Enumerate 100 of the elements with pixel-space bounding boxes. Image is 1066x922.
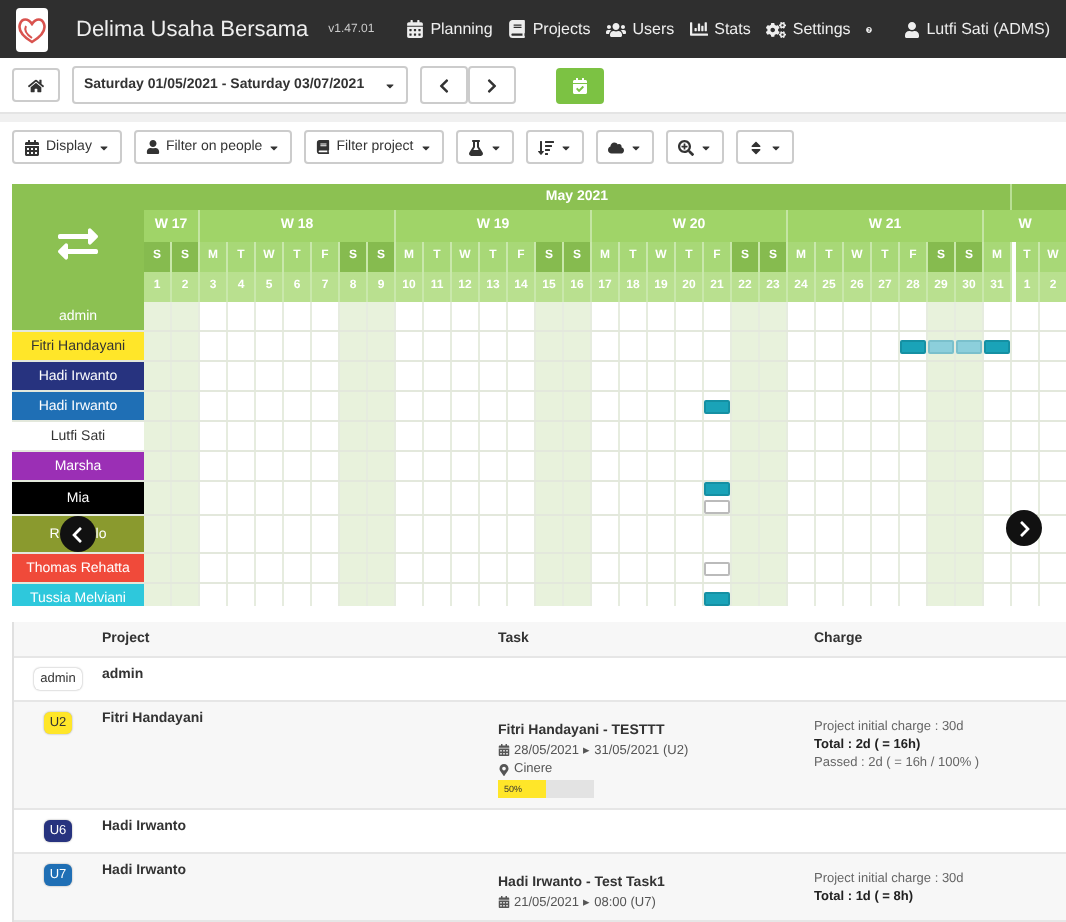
weekend-cell[interactable] bbox=[368, 584, 396, 606]
weekend-cell[interactable] bbox=[732, 422, 760, 451]
task-bar[interactable] bbox=[928, 339, 954, 354]
menu-link[interactable]: Settings bbox=[766, 19, 851, 40]
weekend-cell[interactable] bbox=[172, 332, 200, 361]
weekend-cell[interactable] bbox=[564, 516, 592, 553]
weekend-cell[interactable] bbox=[144, 422, 172, 451]
weekend-cell[interactable] bbox=[760, 302, 788, 331]
weekend-cell[interactable] bbox=[368, 516, 396, 553]
weekend-cell[interactable] bbox=[956, 554, 984, 583]
weekend-cell[interactable] bbox=[368, 554, 396, 583]
weekend-cell[interactable] bbox=[144, 452, 172, 481]
weekend-cell[interactable] bbox=[760, 554, 788, 583]
weekend-cell[interactable] bbox=[760, 362, 788, 391]
weekend-cell[interactable] bbox=[956, 332, 984, 361]
weekend-cell[interactable] bbox=[536, 516, 564, 553]
weekend-cell[interactable] bbox=[536, 392, 564, 421]
weekend-cell[interactable] bbox=[956, 422, 984, 451]
weekend-cell[interactable] bbox=[340, 482, 368, 515]
scroll-left-button[interactable] bbox=[59, 516, 96, 553]
weekend-cell[interactable] bbox=[732, 516, 760, 553]
weekend-cell[interactable] bbox=[172, 302, 200, 331]
weekend-cell[interactable] bbox=[564, 554, 592, 583]
task-bar[interactable] bbox=[956, 339, 982, 354]
weekend-cell[interactable] bbox=[928, 392, 956, 421]
weekend-cell[interactable] bbox=[928, 584, 956, 606]
weekend-cell[interactable] bbox=[732, 392, 760, 421]
filter-dropdown[interactable] bbox=[665, 130, 724, 165]
home-button[interactable] bbox=[12, 68, 60, 103]
menu-link[interactable]: Projects bbox=[508, 20, 591, 39]
weekend-cell[interactable] bbox=[340, 362, 368, 391]
next-button[interactable] bbox=[468, 66, 517, 105]
weekend-cell[interactable] bbox=[144, 554, 172, 583]
weekend-cell[interactable] bbox=[732, 554, 760, 583]
weekend-cell[interactable] bbox=[368, 482, 396, 515]
weekend-cell[interactable] bbox=[536, 362, 564, 391]
weekend-cell[interactable] bbox=[144, 392, 172, 421]
filter-dropdown[interactable] bbox=[735, 130, 794, 165]
previous-button[interactable] bbox=[420, 66, 469, 105]
weekend-cell[interactable] bbox=[928, 362, 956, 391]
weekend-cell[interactable] bbox=[172, 392, 200, 421]
weekend-cell[interactable] bbox=[144, 302, 172, 331]
weekend-cell[interactable] bbox=[536, 452, 564, 481]
weekend-cell[interactable] bbox=[732, 452, 760, 481]
weekend-cell[interactable] bbox=[172, 516, 200, 553]
weekend-cell[interactable] bbox=[564, 452, 592, 481]
filter-dropdown[interactable] bbox=[595, 130, 654, 165]
weekend-cell[interactable] bbox=[928, 452, 956, 481]
weekend-cell[interactable] bbox=[172, 554, 200, 583]
weekend-cell[interactable] bbox=[340, 554, 368, 583]
weekend-cell[interactable] bbox=[760, 452, 788, 481]
weekend-cell[interactable] bbox=[536, 482, 564, 515]
weekend-cell[interactable] bbox=[732, 302, 760, 331]
weekend-cell[interactable] bbox=[340, 332, 368, 361]
weekend-cell[interactable] bbox=[536, 554, 564, 583]
weekend-cell[interactable] bbox=[536, 332, 564, 361]
weekend-cell[interactable] bbox=[732, 332, 760, 361]
task-bar[interactable] bbox=[900, 339, 926, 354]
menu-link[interactable]: Planning bbox=[406, 20, 493, 39]
user-menu[interactable]: Lutfi Sati (ADMS) bbox=[904, 20, 1051, 39]
weekend-cell[interactable] bbox=[956, 302, 984, 331]
menu-link[interactable]: Users bbox=[606, 19, 675, 40]
weekend-cell[interactable] bbox=[340, 392, 368, 421]
task-bar[interactable] bbox=[984, 339, 1010, 354]
weekend-cell[interactable] bbox=[928, 332, 956, 361]
weekend-cell[interactable] bbox=[564, 302, 592, 331]
weekend-cell[interactable] bbox=[732, 482, 760, 515]
weekend-cell[interactable] bbox=[368, 302, 396, 331]
weekend-cell[interactable] bbox=[368, 392, 396, 421]
weekend-cell[interactable] bbox=[928, 554, 956, 583]
weekend-cell[interactable] bbox=[564, 482, 592, 515]
note-chip[interactable] bbox=[704, 561, 730, 576]
weekend-cell[interactable] bbox=[760, 516, 788, 553]
weekend-cell[interactable] bbox=[956, 482, 984, 515]
weekend-cell[interactable] bbox=[732, 584, 760, 606]
weekend-cell[interactable] bbox=[536, 584, 564, 606]
weekend-cell[interactable] bbox=[760, 392, 788, 421]
weekend-cell[interactable] bbox=[144, 516, 172, 553]
weekend-cell[interactable] bbox=[956, 392, 984, 421]
weekend-cell[interactable] bbox=[172, 452, 200, 481]
note-chip[interactable] bbox=[704, 500, 730, 515]
task-bar[interactable] bbox=[704, 591, 730, 606]
weekend-cell[interactable] bbox=[340, 302, 368, 331]
weekend-cell[interactable] bbox=[564, 362, 592, 391]
weekend-cell[interactable] bbox=[956, 452, 984, 481]
weekend-cell[interactable] bbox=[172, 362, 200, 391]
weekend-cell[interactable] bbox=[760, 482, 788, 515]
weekend-cell[interactable] bbox=[564, 392, 592, 421]
filter-dropdown[interactable] bbox=[525, 130, 584, 165]
weekend-cell[interactable] bbox=[368, 452, 396, 481]
weekend-cell[interactable] bbox=[340, 584, 368, 606]
weekend-cell[interactable] bbox=[144, 584, 172, 606]
weekend-cell[interactable] bbox=[536, 422, 564, 451]
weekend-cell[interactable] bbox=[956, 516, 984, 553]
weekend-cell[interactable] bbox=[732, 362, 760, 391]
weekend-cell[interactable] bbox=[340, 516, 368, 553]
weekend-cell[interactable] bbox=[144, 482, 172, 515]
filter-dropdown[interactable] bbox=[455, 130, 514, 165]
today-button[interactable] bbox=[556, 67, 605, 104]
weekend-cell[interactable] bbox=[760, 584, 788, 606]
